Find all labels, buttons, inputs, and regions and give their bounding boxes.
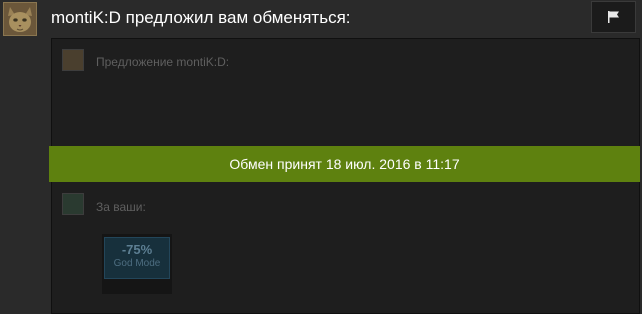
own-offer-label: За ваши: <box>96 200 146 214</box>
item-discount: -75% <box>121 242 153 257</box>
cat-avatar-icon <box>4 3 36 35</box>
sender-avatar[interactable] <box>3 2 37 36</box>
own-avatar <box>62 193 84 215</box>
item-name: God Mode <box>113 258 161 269</box>
flag-icon <box>607 11 619 23</box>
partner-avatar <box>62 49 84 71</box>
item-card[interactable]: -75% God Mode <box>104 237 170 279</box>
partner-offer-label: Предложение montiK:D: <box>96 55 230 69</box>
trade-status-banner: Обмен принят 18 июл. 2016 в 11:17 <box>49 146 640 182</box>
trade-offer-title: montiK:D предложил вам обменяться: <box>51 8 351 27</box>
report-button[interactable] <box>591 1 636 33</box>
item-slot[interactable]: -75% God Mode <box>102 234 172 294</box>
